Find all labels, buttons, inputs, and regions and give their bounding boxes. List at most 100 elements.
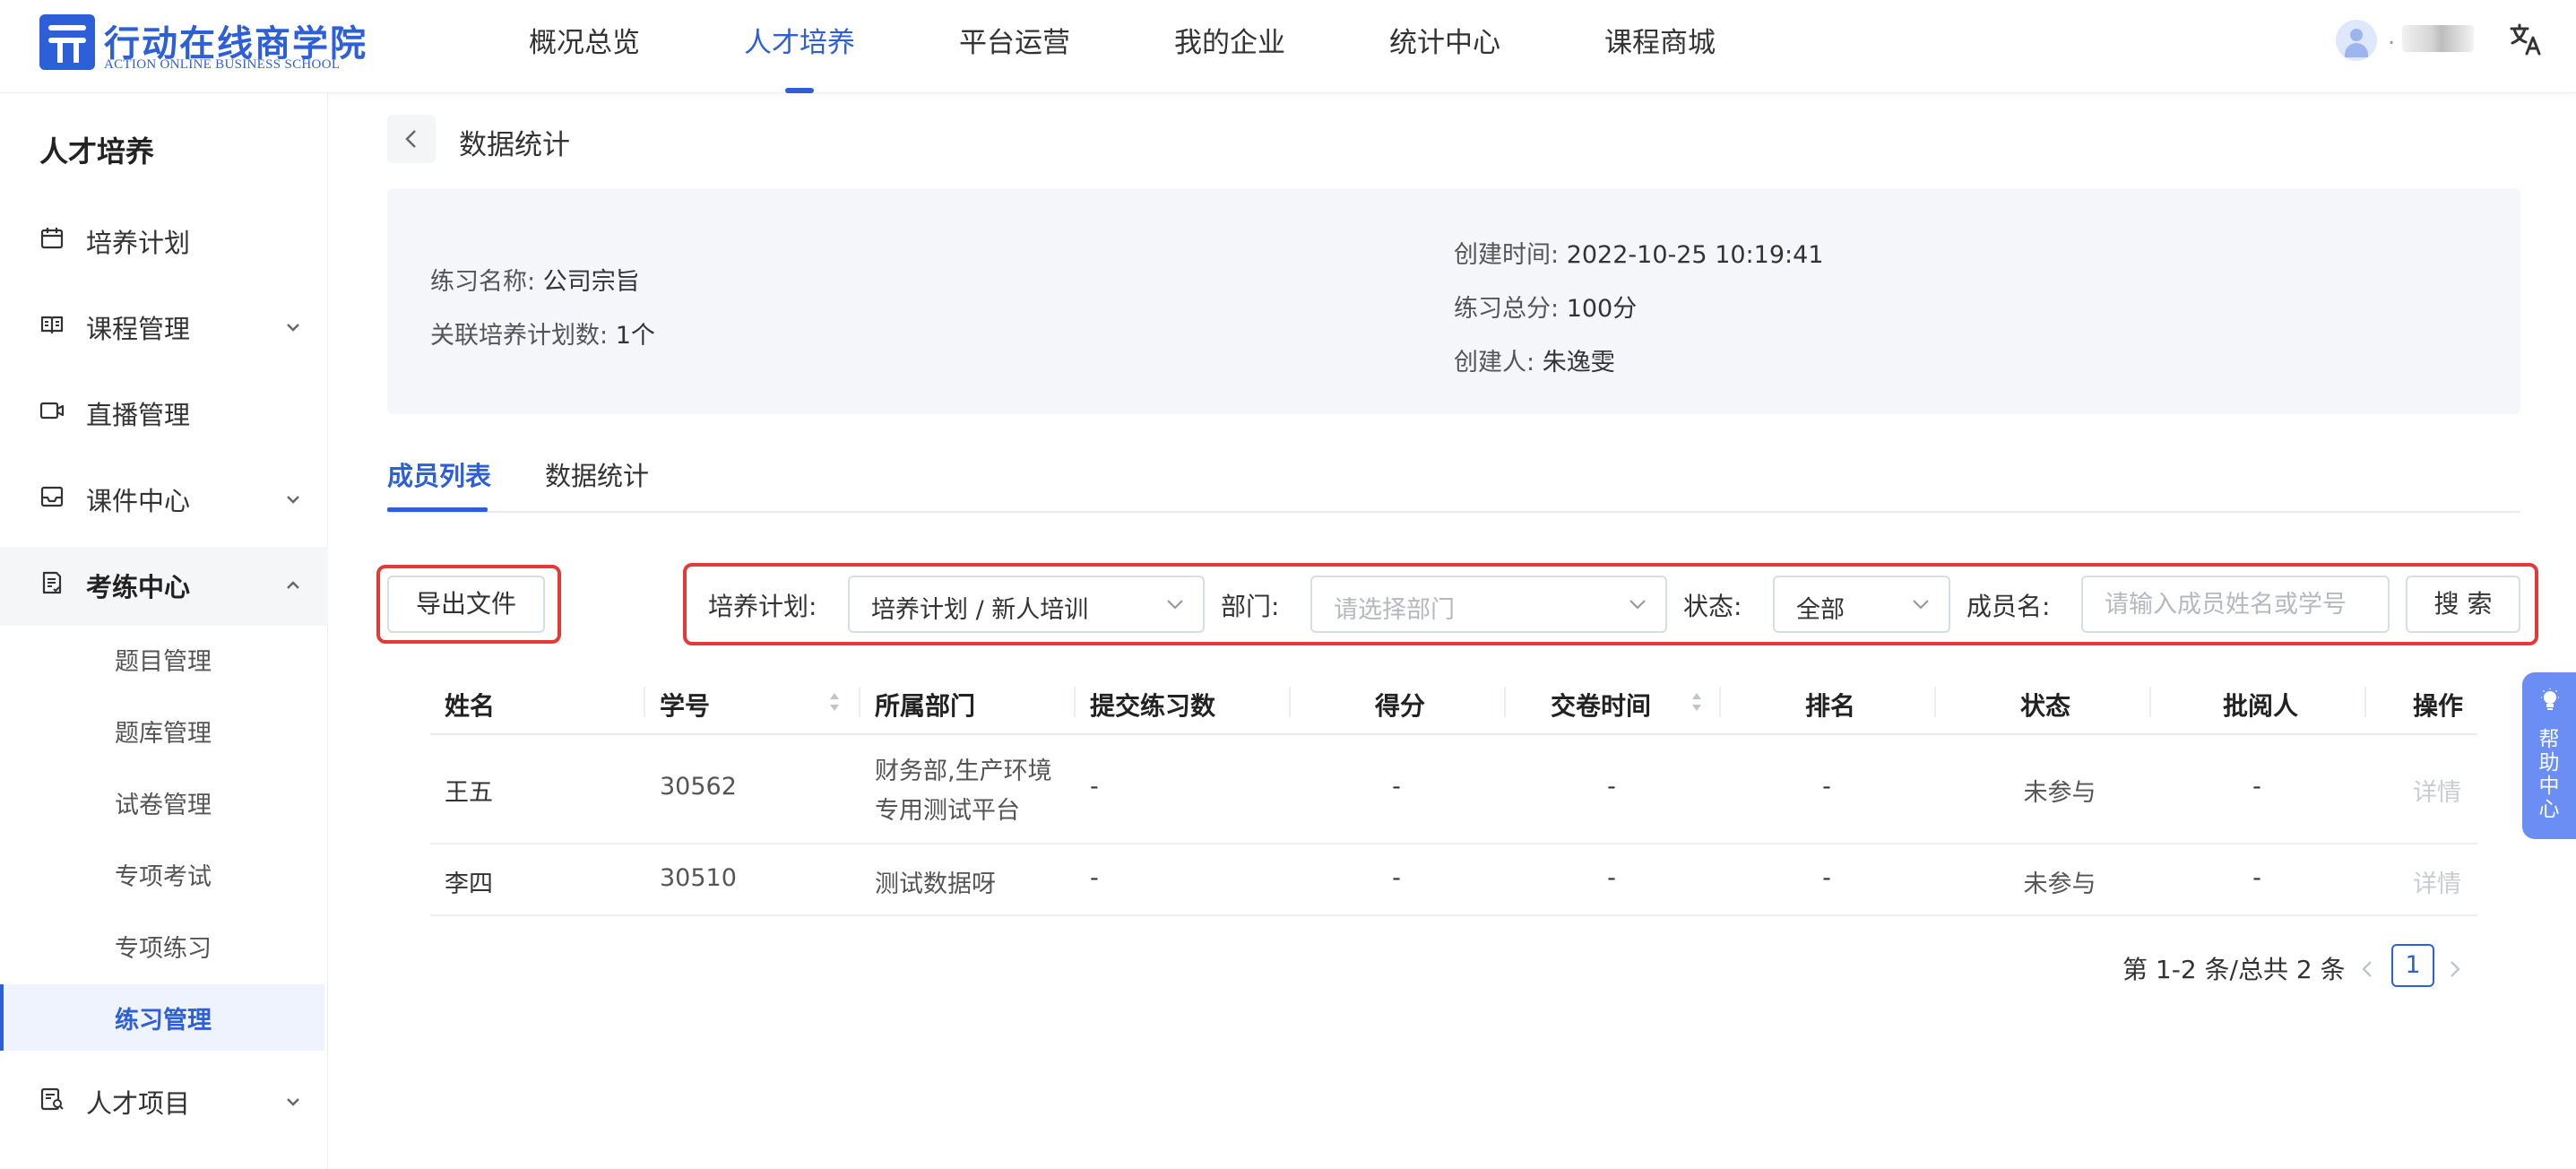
- cell-reviewer: -: [2252, 773, 2261, 801]
- sidebar-item-exam-center[interactable]: 考练中心: [0, 547, 328, 626]
- exam-icon: [42, 571, 62, 594]
- chevron-down-icon: [1167, 600, 1183, 610]
- table-header: 姓名 学号 所属部门 提交练习数 得分 交卷时间 排名 状态 批阅人 操作: [430, 669, 2477, 735]
- lightbulb-icon: [2541, 688, 2559, 710]
- practice-name-label: 练习名称:: [430, 268, 536, 296]
- page-number-current[interactable]: 1: [2391, 944, 2434, 987]
- cell-status: 未参与: [2023, 870, 2096, 898]
- total-score-label: 练习总分:: [1454, 295, 1560, 323]
- sidebar-sub-label: 专项考试: [115, 863, 212, 891]
- status-select[interactable]: 全部: [1773, 576, 1950, 633]
- chevron-down-icon: [287, 324, 299, 332]
- creator-row: 创建人: 朱逸雯: [1454, 342, 1615, 377]
- created-time-row: 创建时间: 2022-10-25 10:19:41: [1454, 235, 1823, 270]
- dept-select[interactable]: 请选择部门: [1310, 576, 1667, 633]
- cell-dept-line1: 财务部,生产环境: [875, 758, 1052, 785]
- top-navbar: 行动在线商学院 ACTION ONLINE BUSINESS SCHOOL 概况…: [0, 0, 2576, 93]
- sidebar-sub-label: 题库管理: [115, 720, 212, 748]
- translate-icon[interactable]: [2508, 22, 2544, 57]
- created-time-label: 创建时间:: [1454, 241, 1560, 269]
- user-name[interactable]: .: [2388, 23, 2395, 50]
- cell-submitted: -: [1090, 773, 1099, 801]
- column-header-status: 状态: [2020, 691, 2071, 721]
- creator-label: 创建人:: [1454, 349, 1535, 377]
- sidebar-item-courses[interactable]: 课程管理: [0, 289, 328, 368]
- tab-data-statistics[interactable]: 数据统计: [545, 455, 649, 493]
- column-header-rank: 排名: [1805, 691, 1856, 721]
- member-search-field[interactable]: [2081, 576, 2390, 633]
- sidebar-sub-paper-mgmt[interactable]: 试卷管理: [0, 769, 324, 836]
- nav-my-company[interactable]: 我的企业: [1174, 20, 1285, 60]
- nav-statistics[interactable]: 统计中心: [1389, 20, 1500, 60]
- tab-member-list[interactable]: 成员列表: [387, 455, 491, 493]
- column-header-submit-time: 交卷时间: [1551, 691, 1652, 721]
- sidebar-item-label: 课件中心: [86, 486, 191, 516]
- sidebar-sub-special-practice[interactable]: 专项练习: [0, 913, 324, 979]
- cell-name: 李四: [445, 870, 493, 898]
- sidebar-sub-special-exam[interactable]: 专项考试: [0, 841, 324, 907]
- column-header-name: 姓名: [445, 691, 496, 721]
- brand-name-en: ACTION ONLINE BUSINESS SCHOOL: [104, 57, 341, 72]
- column-header-reviewer: 批阅人: [2223, 691, 2299, 721]
- plan-filter-label: 培养计划:: [708, 592, 817, 621]
- column-header-id: 学号: [660, 691, 711, 721]
- nav-active-indicator: [785, 88, 814, 93]
- column-header-action: 操作: [2413, 691, 2464, 721]
- sort-icon[interactable]: [1690, 688, 1703, 715]
- sidebar-item-live[interactable]: 直播管理: [0, 375, 328, 454]
- sidebar-sub-question-bank[interactable]: 题库管理: [0, 697, 324, 764]
- detail-link[interactable]: 详情: [2413, 864, 2461, 899]
- book-icon: [40, 316, 64, 334]
- pagination-total: 第 1-2 条/总共 2 条: [2122, 955, 2346, 984]
- video-icon: [39, 402, 65, 420]
- sort-icon[interactable]: [828, 688, 841, 715]
- nav-overview[interactable]: 概况总览: [529, 20, 640, 60]
- cell-dept-line1: 测试数据呀: [875, 870, 996, 898]
- plan-select[interactable]: 培养计划 / 新人培训: [848, 576, 1205, 633]
- chevron-down-icon: [1913, 600, 1929, 610]
- user-avatar[interactable]: [2336, 20, 2377, 61]
- cell-submit-time: -: [1607, 773, 1616, 801]
- plan-count-row: 关联培养计划数: 1个: [430, 316, 655, 351]
- member-search-input[interactable]: [2083, 577, 2388, 631]
- cell-status: 未参与: [2023, 779, 2096, 807]
- plan-count-label: 关联培养计划数:: [430, 322, 609, 350]
- inbox-icon: [40, 486, 64, 507]
- back-button[interactable]: [387, 115, 436, 163]
- nav-talent-training[interactable]: 人才培养: [744, 20, 855, 60]
- cell-score: -: [1392, 864, 1401, 892]
- sidebar-sub-label: 专项练习: [115, 935, 212, 963]
- tab-active-indicator: [387, 507, 488, 512]
- table-row: 李四 30510 测试数据呀 - - - - 未参与 - 详情: [430, 844, 2477, 916]
- nav-course-mall[interactable]: 课程商城: [1604, 20, 1716, 60]
- cell-id: 30510: [660, 864, 737, 892]
- sidebar-sub-practice-mgmt[interactable]: 练习管理: [0, 984, 324, 1051]
- logo-mark-icon: [39, 14, 95, 70]
- sidebar-sub-question-mgmt[interactable]: 题目管理: [0, 626, 324, 692]
- cell-reviewer: -: [2252, 864, 2261, 892]
- total-score-row: 练习总分: 100分: [1454, 289, 1637, 324]
- cell-id: 30562: [660, 773, 737, 801]
- cell-submit-time: -: [1607, 864, 1616, 892]
- cell-submitted: -: [1090, 864, 1099, 892]
- sidebar-item-talent-project[interactable]: 人才项目: [0, 1063, 328, 1142]
- help-center-button[interactable]: 帮助中心: [2522, 672, 2576, 839]
- sidebar-item-label: 直播管理: [86, 400, 191, 430]
- prev-page-icon[interactable]: [2357, 956, 2377, 983]
- detail-link[interactable]: 详情: [2413, 773, 2461, 808]
- calendar-icon: [40, 228, 64, 249]
- sidebar: 人才培养 培养计划 课程管理 直播管理 课件中心 考练中心 题目管理 题库管理 …: [0, 93, 328, 1169]
- member-filter-label: 成员名:: [1967, 592, 2051, 621]
- export-file-button[interactable]: 导出文件: [387, 576, 545, 633]
- chevron-left-icon: [405, 130, 416, 148]
- column-header-submitted: 提交练习数: [1090, 691, 1216, 721]
- search-button[interactable]: 搜 索: [2406, 576, 2520, 633]
- sidebar-item-courseware[interactable]: 课件中心: [0, 461, 328, 540]
- sidebar-sub-label: 试卷管理: [115, 792, 212, 819]
- nav-platform-ops[interactable]: 平台运营: [959, 20, 1070, 60]
- sidebar-item-plan[interactable]: 培养计划: [0, 203, 328, 281]
- brand-logo[interactable]: 行动在线商学院 ACTION ONLINE BUSINESS SCHOOL: [39, 14, 380, 72]
- next-page-icon[interactable]: [2445, 956, 2465, 983]
- sidebar-item-label: 课程管理: [86, 314, 191, 344]
- user-name-redacted: [2402, 25, 2474, 52]
